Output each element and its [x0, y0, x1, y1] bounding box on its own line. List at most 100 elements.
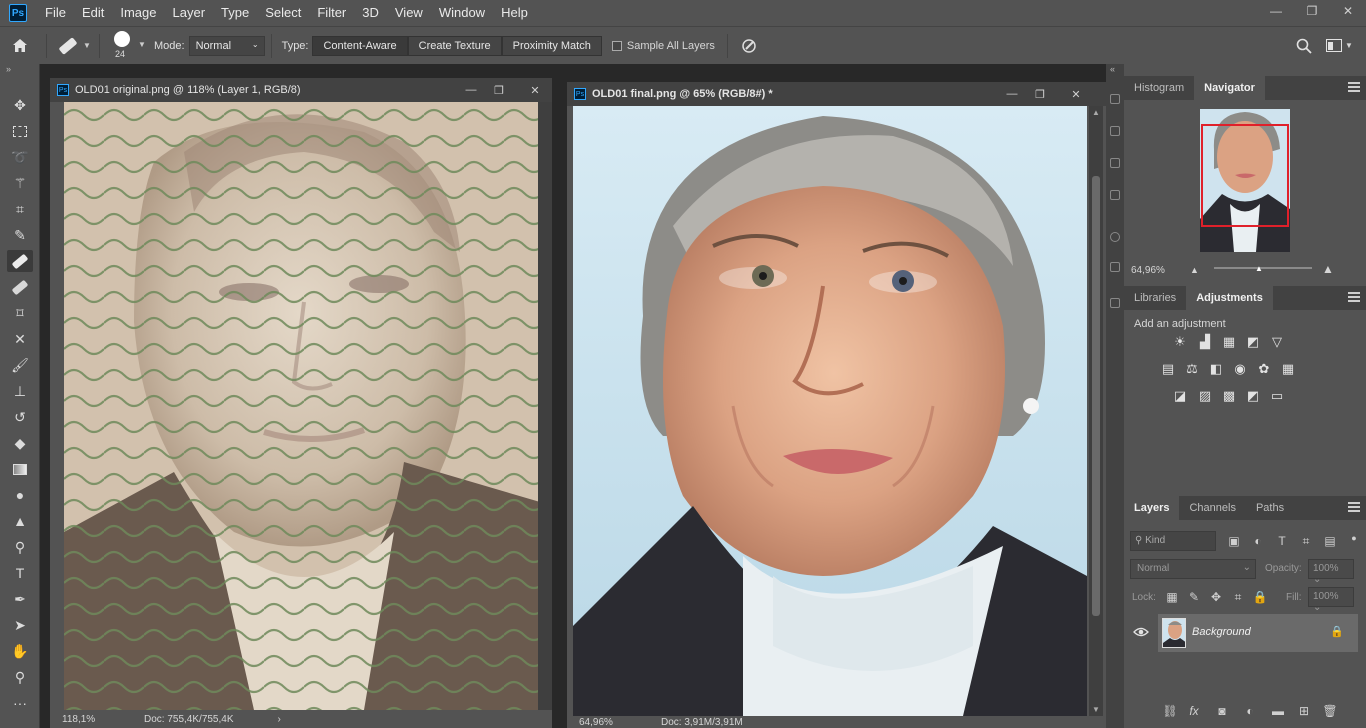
menu-filter[interactable]: Filter	[309, 0, 354, 26]
menu-edit[interactable]: Edit	[74, 0, 112, 26]
scroll-down-icon[interactable]: ▼	[1092, 705, 1100, 714]
more-tools-icon[interactable]: ···	[7, 692, 33, 714]
close-button[interactable]: ✕	[1330, 0, 1366, 22]
color-lookup-icon[interactable]: ▦	[1280, 361, 1296, 377]
tab-histogram[interactable]: Histogram	[1124, 76, 1194, 100]
doc-close-button[interactable]: ✕	[1063, 82, 1089, 106]
history-panel-icon[interactable]	[1110, 94, 1120, 104]
threshold-icon[interactable]: ▩	[1221, 388, 1237, 404]
swatches-panel-icon[interactable]	[1110, 262, 1120, 272]
fill-input[interactable]: 100% ⌄	[1308, 587, 1354, 613]
menu-3d[interactable]: 3D	[354, 0, 387, 26]
layer-name[interactable]: Background	[1192, 626, 1251, 638]
menu-layer[interactable]: Layer	[165, 0, 214, 26]
history-brush-tool-icon[interactable]: ↺	[7, 406, 33, 428]
eraser-tool-icon[interactable]: ◆	[7, 432, 33, 454]
levels-icon[interactable]: ▟	[1197, 334, 1213, 350]
content-aware-move-tool-icon[interactable]: ✕	[7, 328, 33, 350]
scroll-up-icon[interactable]: ▲	[1092, 108, 1100, 117]
zoom-out-icon[interactable]: ▲	[1190, 265, 1199, 275]
photo-filter-icon[interactable]: ◉	[1232, 361, 1248, 377]
move-tool-icon[interactable]: ✥	[7, 94, 33, 116]
collapse-arrows-icon[interactable]: «	[1110, 64, 1115, 74]
menu-file[interactable]: File	[37, 0, 74, 26]
visibility-eye-icon[interactable]	[1133, 626, 1149, 640]
navigator-zoom-value[interactable]: 64,96%	[1131, 265, 1165, 276]
black-white-icon[interactable]: ◧	[1208, 361, 1224, 377]
filter-shape-icon[interactable]: ⌗	[1298, 533, 1314, 549]
zoom-level[interactable]: 64,96%	[579, 717, 649, 728]
opacity-input[interactable]: 100% ⌄	[1308, 559, 1354, 585]
workspace-icon[interactable]: ▼	[1326, 39, 1353, 52]
type-tool-icon[interactable]: T	[7, 562, 33, 584]
zoom-slider[interactable]: ▲	[1214, 265, 1312, 273]
doc-minimize-button[interactable]: —	[999, 82, 1025, 106]
pen-tool-icon[interactable]: ✒	[7, 588, 33, 610]
filter-pixel-icon[interactable]: ▣	[1226, 533, 1242, 549]
clone-stamp-tool-icon[interactable]: ⊥	[7, 380, 33, 402]
filter-type-icon[interactable]: T	[1274, 533, 1290, 549]
new-group-icon[interactable]: ▬	[1270, 703, 1286, 719]
chevron-right-icon[interactable]: ›	[278, 714, 281, 725]
frame-tool-icon[interactable]: ⌑	[7, 302, 33, 324]
gradient-map-icon[interactable]: ▭	[1269, 388, 1285, 404]
mode-select[interactable]: Normal ⌄	[188, 35, 265, 56]
canvas-original[interactable]	[64, 102, 540, 710]
link-layers-icon[interactable]: ⛓	[1162, 703, 1178, 719]
rectangular-marquee-tool-icon[interactable]	[7, 120, 33, 142]
zoom-tool-icon[interactable]: ⚲	[7, 666, 33, 688]
blend-mode-select[interactable]: Normal ⌄	[1130, 559, 1256, 579]
sample-all-layers-checkbox[interactable]: Sample All Layers	[611, 40, 715, 52]
doc-restore-button[interactable]: ❐	[1027, 82, 1053, 106]
vertical-scrollbar[interactable]	[538, 102, 552, 710]
color-balance-icon[interactable]: ⚖	[1184, 361, 1200, 377]
tab-channels[interactable]: Channels	[1179, 496, 1245, 520]
lock-position-icon[interactable]: ✥	[1208, 589, 1224, 605]
crop-tool-icon[interactable]: ⌗	[7, 198, 33, 220]
menu-image[interactable]: Image	[112, 0, 164, 26]
menu-view[interactable]: View	[387, 0, 431, 26]
panel-menu-icon[interactable]	[1348, 292, 1360, 302]
magic-wand-tool-icon[interactable]: ⚚	[7, 172, 33, 194]
navigator-thumbnail[interactable]	[1200, 109, 1290, 252]
selective-color-icon[interactable]: ◩	[1245, 388, 1261, 404]
brush-panel-icon[interactable]	[1110, 190, 1120, 200]
minimize-button[interactable]: —	[1258, 0, 1294, 22]
channel-mixer-icon[interactable]: ✿	[1256, 361, 1272, 377]
brightness-contrast-icon[interactable]: ☀	[1172, 334, 1188, 350]
navigator-view-box[interactable]	[1201, 124, 1289, 227]
lock-transparent-pixels-icon[interactable]: ▦	[1164, 589, 1180, 605]
doc-close-button[interactable]: ✕	[522, 78, 548, 102]
layer-style-icon[interactable]: fx	[1186, 703, 1202, 719]
scroll-thumb[interactable]	[1092, 176, 1100, 616]
document-tab-final[interactable]: Ps OLD01 final.png @ 65% (RGB/8#) *	[567, 82, 1106, 106]
layer-kind-filter[interactable]: ⚲ Kind	[1130, 531, 1216, 551]
filter-adjustment-icon[interactable]: ◐	[1250, 533, 1266, 549]
menu-window[interactable]: Window	[431, 0, 493, 26]
new-adjustment-layer-icon[interactable]: ◐	[1242, 703, 1258, 719]
vibrance-icon[interactable]: ▽	[1269, 334, 1285, 350]
menu-type[interactable]: Type	[213, 0, 257, 26]
tool-preset-picker[interactable]: ▼	[53, 36, 93, 55]
new-layer-icon[interactable]: ⊞	[1296, 703, 1312, 719]
collapse-arrows-icon[interactable]: »	[6, 64, 11, 74]
tab-paths[interactable]: Paths	[1246, 496, 1294, 520]
lock-artboard-icon[interactable]: ⌗	[1230, 589, 1246, 605]
spot-healing-brush-tool-icon[interactable]	[7, 250, 33, 272]
blur-tool-icon[interactable]: ●	[7, 484, 33, 506]
tab-adjustments[interactable]: Adjustments	[1186, 286, 1273, 310]
panel-menu-icon[interactable]	[1348, 502, 1360, 512]
filter-toggle-icon[interactable]: ●	[1346, 530, 1362, 546]
styles-panel-icon[interactable]	[1110, 298, 1120, 308]
lock-image-pixels-icon[interactable]: ✎	[1186, 589, 1202, 605]
canvas-final[interactable]	[573, 106, 1087, 716]
eyedropper-tool-icon[interactable]: ✎	[7, 224, 33, 246]
layer-row-background[interactable]: Background 🔒	[1158, 614, 1358, 652]
search-icon[interactable]	[1296, 38, 1312, 57]
delete-layer-icon[interactable]: 🗑	[1322, 703, 1338, 719]
exposure-icon[interactable]: ◩	[1245, 334, 1261, 350]
proximity-match-button[interactable]: Proximity Match	[501, 35, 602, 56]
tab-layers[interactable]: Layers	[1124, 496, 1180, 520]
path-selection-tool-icon[interactable]: ➤	[7, 614, 33, 636]
patch-tool-icon[interactable]	[7, 276, 33, 298]
